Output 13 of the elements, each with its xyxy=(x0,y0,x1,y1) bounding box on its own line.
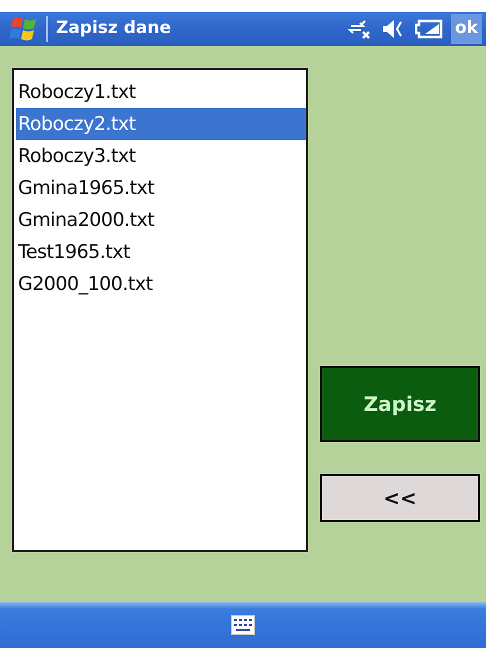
file-item[interactable]: Roboczy1.txt xyxy=(16,76,306,108)
start-logo-icon[interactable] xyxy=(10,15,38,43)
file-item[interactable]: Gmina1965.txt xyxy=(16,172,306,204)
back-button[interactable]: << xyxy=(320,474,480,522)
file-item[interactable]: Test1965.txt xyxy=(16,236,306,268)
file-item[interactable]: G2000_100.txt xyxy=(16,268,306,300)
keyboard-icon[interactable] xyxy=(231,615,255,635)
window-title: Zapisz dane xyxy=(46,16,171,42)
file-item[interactable]: Roboczy2.txt xyxy=(16,108,306,140)
battery-icon[interactable] xyxy=(415,19,443,39)
file-item[interactable]: Gmina2000.txt xyxy=(16,204,306,236)
save-button[interactable]: Zapisz xyxy=(320,366,480,442)
file-item[interactable]: Roboczy3.txt xyxy=(16,140,306,172)
